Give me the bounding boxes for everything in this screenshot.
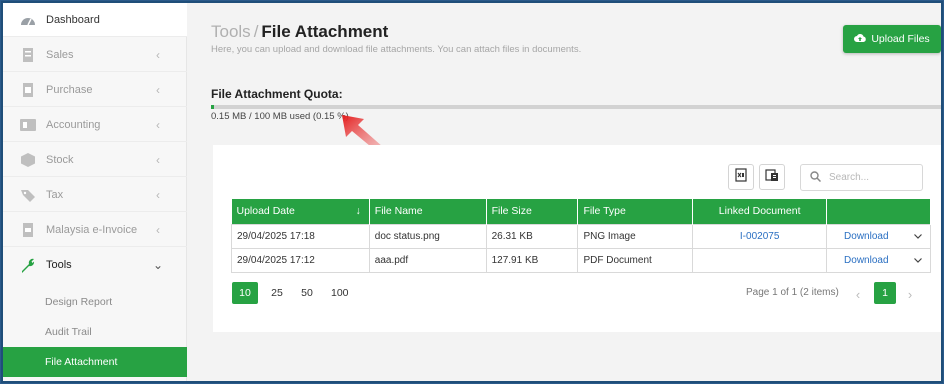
cloud-upload-icon [854,33,867,45]
app-window: Dashboard Sales ‹ Purchase ‹ Accounting … [1,1,943,383]
table-header-row: Upload Date ↓ File Name File Size File T… [231,199,931,224]
quota-label: File Attachment Quota: [211,87,343,101]
chevron-left-icon: ‹ [156,187,160,202]
column-header-upload-date[interactable]: Upload Date ↓ [231,199,370,224]
sidebar-item-label: Purchase [46,83,93,96]
chevron-left-icon: ‹ [156,117,160,132]
download-button[interactable]: Download [844,231,888,242]
column-header-file-size[interactable]: File Size [486,199,579,224]
excel-icon [734,167,748,187]
cell-linked-document [692,247,828,273]
breadcrumb-parent[interactable]: Tools [211,22,251,41]
sidebar-item-dashboard[interactable]: Dashboard [3,3,187,37]
tax-icon [20,187,36,203]
column-header-file-type[interactable]: File Type [577,199,694,224]
chevron-left-icon: ‹ [156,82,160,97]
dashboard-icon [20,12,36,28]
cell-upload-date: 29/04/2025 17:18 [231,223,370,249]
cell-file-size: 127.91 KB [485,247,579,273]
sales-icon [20,47,36,63]
cell-file-size: 26.31 KB [485,223,579,249]
sidebar-item-purchase[interactable]: Purchase ‹ [3,73,187,107]
main-content: Tools / File Attachment Here, you can uplo… [188,3,941,381]
search-icon [810,169,822,187]
sidebar-item-sales[interactable]: Sales ‹ [3,38,187,72]
chevron-down-icon[interactable] [914,231,922,242]
cell-linked-document: I-002075 [692,223,828,249]
sidebar-subitem-file-attachment[interactable]: File Attachment [3,347,187,377]
sidebar: Dashboard Sales ‹ Purchase ‹ Accounting … [3,3,187,381]
chevron-left-icon: ‹ [156,47,160,62]
quota-progress-bar [211,105,941,109]
sidebar-subitem-design-report[interactable]: Design Report [3,287,187,317]
sidebar-subitem-audit-trail[interactable]: Audit Trail [3,317,187,347]
sidebar-item-label: Dashboard [46,13,100,26]
breadcrumb-current: File Attachment [261,22,389,41]
linked-document-link[interactable]: I-002075 [740,231,779,242]
sidebar-item-label: Stock [46,153,74,166]
cell-file-name: doc status.png [368,223,487,249]
einvoice-icon [20,222,36,238]
sidebar-item-tools[interactable]: Tools ⌄ [3,248,187,282]
search-box[interactable] [800,164,923,191]
sort-descending-icon: ↓ [355,205,361,218]
sidebar-item-label: Sales [46,48,74,61]
upload-files-button[interactable]: Upload Files [843,25,941,53]
sidebar-item-stock[interactable]: Stock ‹ [3,143,187,177]
table-row[interactable]: 29/04/2025 17:12 aaa.pdf 127.91 KB PDF D… [231,247,931,273]
page-info: Page 1 of 1 (2 items) [746,287,839,298]
page-number-current[interactable]: 1 [874,282,896,304]
upload-files-label: Upload Files [871,33,930,45]
page-size-10[interactable]: 10 [232,282,258,304]
page-size-50[interactable]: 50 [294,282,320,304]
quota-usage-text: 0.15 MB / 100 MB used (0.15 %) [211,111,349,122]
column-header-label: Upload Date [236,205,295,218]
sidebar-item-label: Malaysia e-Invoice [46,223,138,236]
column-header-linked-document[interactable]: Linked Document [692,199,828,224]
chevron-left-icon: ‹ [156,222,160,237]
page-size-100[interactable]: 100 [326,282,354,304]
next-page-icon[interactable]: › [903,284,917,304]
breadcrumb-separator: / [253,22,259,41]
cell-actions: Download [826,223,931,249]
attachments-table: Upload Date ↓ File Name File Size File T… [231,199,931,273]
prev-page-icon[interactable]: ‹ [851,284,865,304]
cell-file-type: PNG Image [577,223,694,249]
attachments-panel: Upload Date ↓ File Name File Size File T… [213,145,941,332]
page-title: Tools / File Attachment [211,22,388,42]
sidebar-item-label: Tax [46,188,64,201]
page-size-25[interactable]: 25 [264,282,290,304]
column-header-actions [826,199,931,224]
column-chooser-button[interactable] [759,164,785,190]
cell-file-name: aaa.pdf [368,247,487,273]
chevron-left-icon: ‹ [156,152,160,167]
accounting-icon [20,117,36,133]
sidebar-item-accounting[interactable]: Accounting ‹ [3,108,187,142]
table-row[interactable]: 29/04/2025 17:18 doc status.png 26.31 KB… [231,223,931,249]
download-button[interactable]: Download [844,255,888,266]
stock-icon [20,152,36,168]
cell-upload-date: 29/04/2025 17:12 [231,247,370,273]
sidebar-item-einvoice[interactable]: Malaysia e-Invoice ‹ [3,213,187,247]
cell-file-type: PDF Document [577,247,694,273]
chevron-down-icon: ⌄ [152,258,164,272]
sidebar-item-label: Accounting [46,118,101,131]
quota-progress-fill [211,105,214,109]
sidebar-item-tax[interactable]: Tax ‹ [3,178,187,212]
sidebar-item-label: Tools [46,259,72,271]
chevron-down-icon[interactable] [914,255,922,266]
export-excel-button[interactable] [728,164,754,190]
search-input[interactable] [829,172,909,183]
cell-actions: Download [826,247,931,273]
wrench-icon [20,257,36,273]
purchase-icon [20,82,36,98]
page-subtitle: Here, you can upload and download file a… [211,44,582,55]
column-header-file-name[interactable]: File Name [369,199,487,224]
column-chooser-icon [765,168,779,187]
